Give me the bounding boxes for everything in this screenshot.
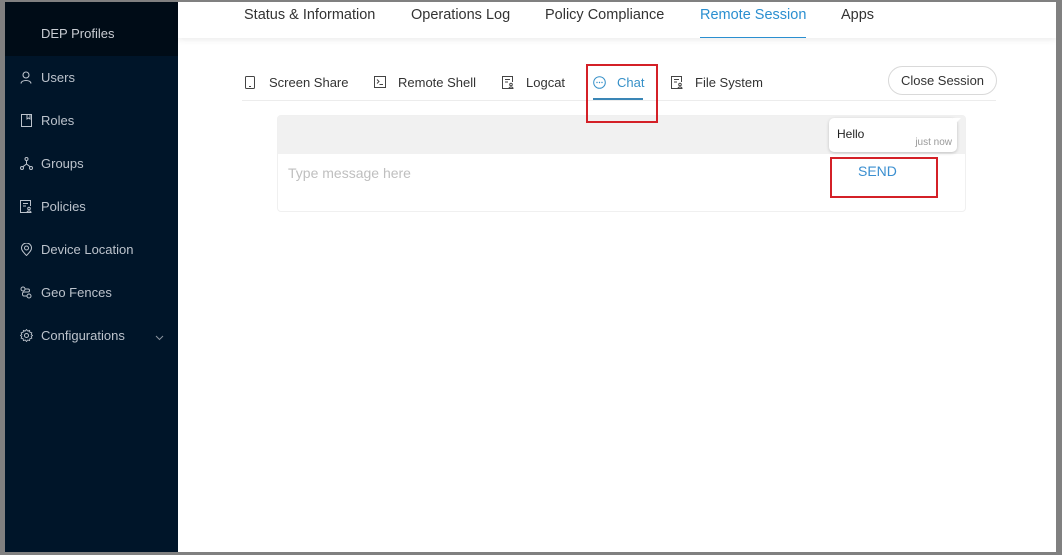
tab-apps[interactable]: Apps	[841, 7, 874, 38]
chat-messages: Hello just now	[278, 116, 965, 154]
active-subtab-indicator	[593, 98, 643, 100]
policy-icon	[19, 200, 33, 214]
tab-policy-compliance[interactable]: Policy Compliance	[545, 7, 664, 38]
subtab-remote-shell[interactable]: Remote Shell	[374, 72, 476, 92]
message-text: Hello	[837, 127, 865, 141]
subtab-label: Logcat	[526, 74, 566, 90]
subtab-file-system[interactable]: File System	[671, 72, 763, 92]
tab-operations-log[interactable]: Operations Log	[411, 7, 510, 38]
file-icon	[502, 75, 515, 89]
gear-icon	[19, 329, 33, 343]
send-button[interactable]: SEND	[858, 163, 897, 179]
geofence-icon	[19, 286, 33, 300]
app-window: DEP Profiles Users Roles Groups Policies…	[5, 2, 1056, 552]
sidebar-item-label: Policies	[41, 199, 86, 214]
tab-status-information[interactable]: Status & Information	[244, 7, 375, 38]
sidebar-item-geo-fences[interactable]: Geo Fences	[5, 271, 178, 314]
book-icon	[19, 114, 33, 128]
sidebar-item-roles[interactable]: Roles	[5, 99, 178, 142]
subtab-screen-share[interactable]: Screen Share	[245, 72, 349, 92]
sidebar-item-dep-profiles[interactable]: DEP Profiles	[5, 2, 178, 56]
subtab-label: File System	[695, 74, 763, 90]
device-tabs: Status & Information Operations Log Poli…	[178, 2, 1056, 38]
sidebar-item-label: Geo Fences	[41, 285, 112, 300]
sidebar-item-groups[interactable]: Groups	[5, 142, 178, 185]
sidebar-item-label: Roles	[41, 113, 75, 128]
subtab-logcat[interactable]: Logcat	[502, 72, 565, 92]
subtab-label: Remote Shell	[398, 74, 477, 90]
subtab-chat[interactable]: Chat	[593, 72, 644, 92]
chat-message: Hello just now	[829, 118, 961, 152]
sidebar-item-configurations[interactable]: Configurations	[5, 314, 178, 357]
message-icon	[593, 75, 606, 89]
location-icon	[19, 243, 33, 257]
sidebar-item-label: Users	[41, 70, 75, 85]
sidebar-item-device-location[interactable]: Device Location	[5, 228, 178, 271]
chevron-down-icon	[155, 329, 164, 344]
message-time: just now	[915, 137, 952, 148]
terminal-icon	[374, 75, 387, 89]
subtab-label: Screen Share	[269, 74, 349, 90]
chat-panel: Hello just now SEND	[277, 115, 966, 212]
mobile-icon	[245, 75, 258, 89]
sidebar-item-policies[interactable]: Policies	[5, 185, 178, 228]
sidebar-item-label: Configurations	[41, 328, 125, 343]
close-session-button[interactable]: Close Session	[888, 66, 997, 95]
cluster-icon	[19, 157, 33, 171]
main-content: Status & Information Operations Log Poli…	[178, 2, 1056, 552]
tab-remote-session[interactable]: Remote Session	[700, 7, 807, 38]
sidebar: DEP Profiles Users Roles Groups Policies…	[5, 2, 178, 552]
sidebar-item-label: Device Location	[41, 242, 134, 257]
user-icon	[19, 71, 33, 85]
sidebar-item-users[interactable]: Users	[5, 56, 178, 99]
sidebar-item-label: Groups	[41, 156, 84, 171]
message-input[interactable]	[288, 165, 788, 181]
file-icon	[671, 75, 684, 89]
remote-session-tabs: Screen Share Remote Shell Logcat Chat Fi…	[242, 64, 996, 101]
subtab-label: Chat	[617, 74, 645, 90]
